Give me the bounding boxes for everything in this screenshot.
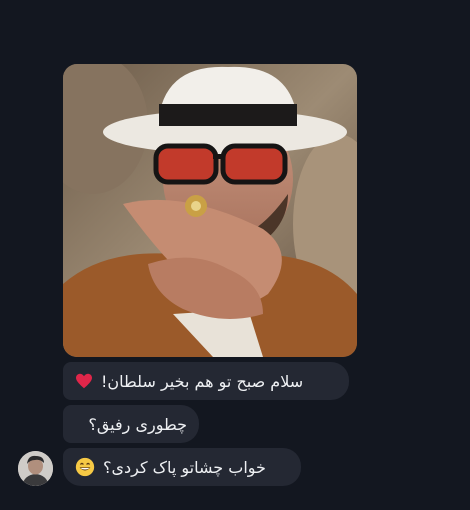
sender-avatar[interactable] bbox=[18, 451, 53, 486]
message-bubble[interactable]: خواب چشاتو پاک کردی؟ bbox=[63, 448, 301, 486]
message-bubble[interactable]: چطوری رفیق؟ bbox=[63, 405, 199, 443]
message-text: سلام صبح تو هم بخیر سلطان! bbox=[101, 371, 304, 391]
red-heart-icon bbox=[76, 373, 92, 389]
message-bubble[interactable]: سلام صبح تو هم بخیر سلطان! bbox=[63, 362, 349, 400]
photo-message[interactable] bbox=[63, 64, 357, 357]
grinning-face-icon bbox=[75, 457, 95, 477]
photo-image bbox=[63, 64, 357, 357]
message-text: چطوری رفیق؟ bbox=[88, 414, 187, 434]
avatar-image bbox=[18, 451, 53, 486]
message-text: خواب چشاتو پاک کردی؟ bbox=[103, 457, 266, 477]
